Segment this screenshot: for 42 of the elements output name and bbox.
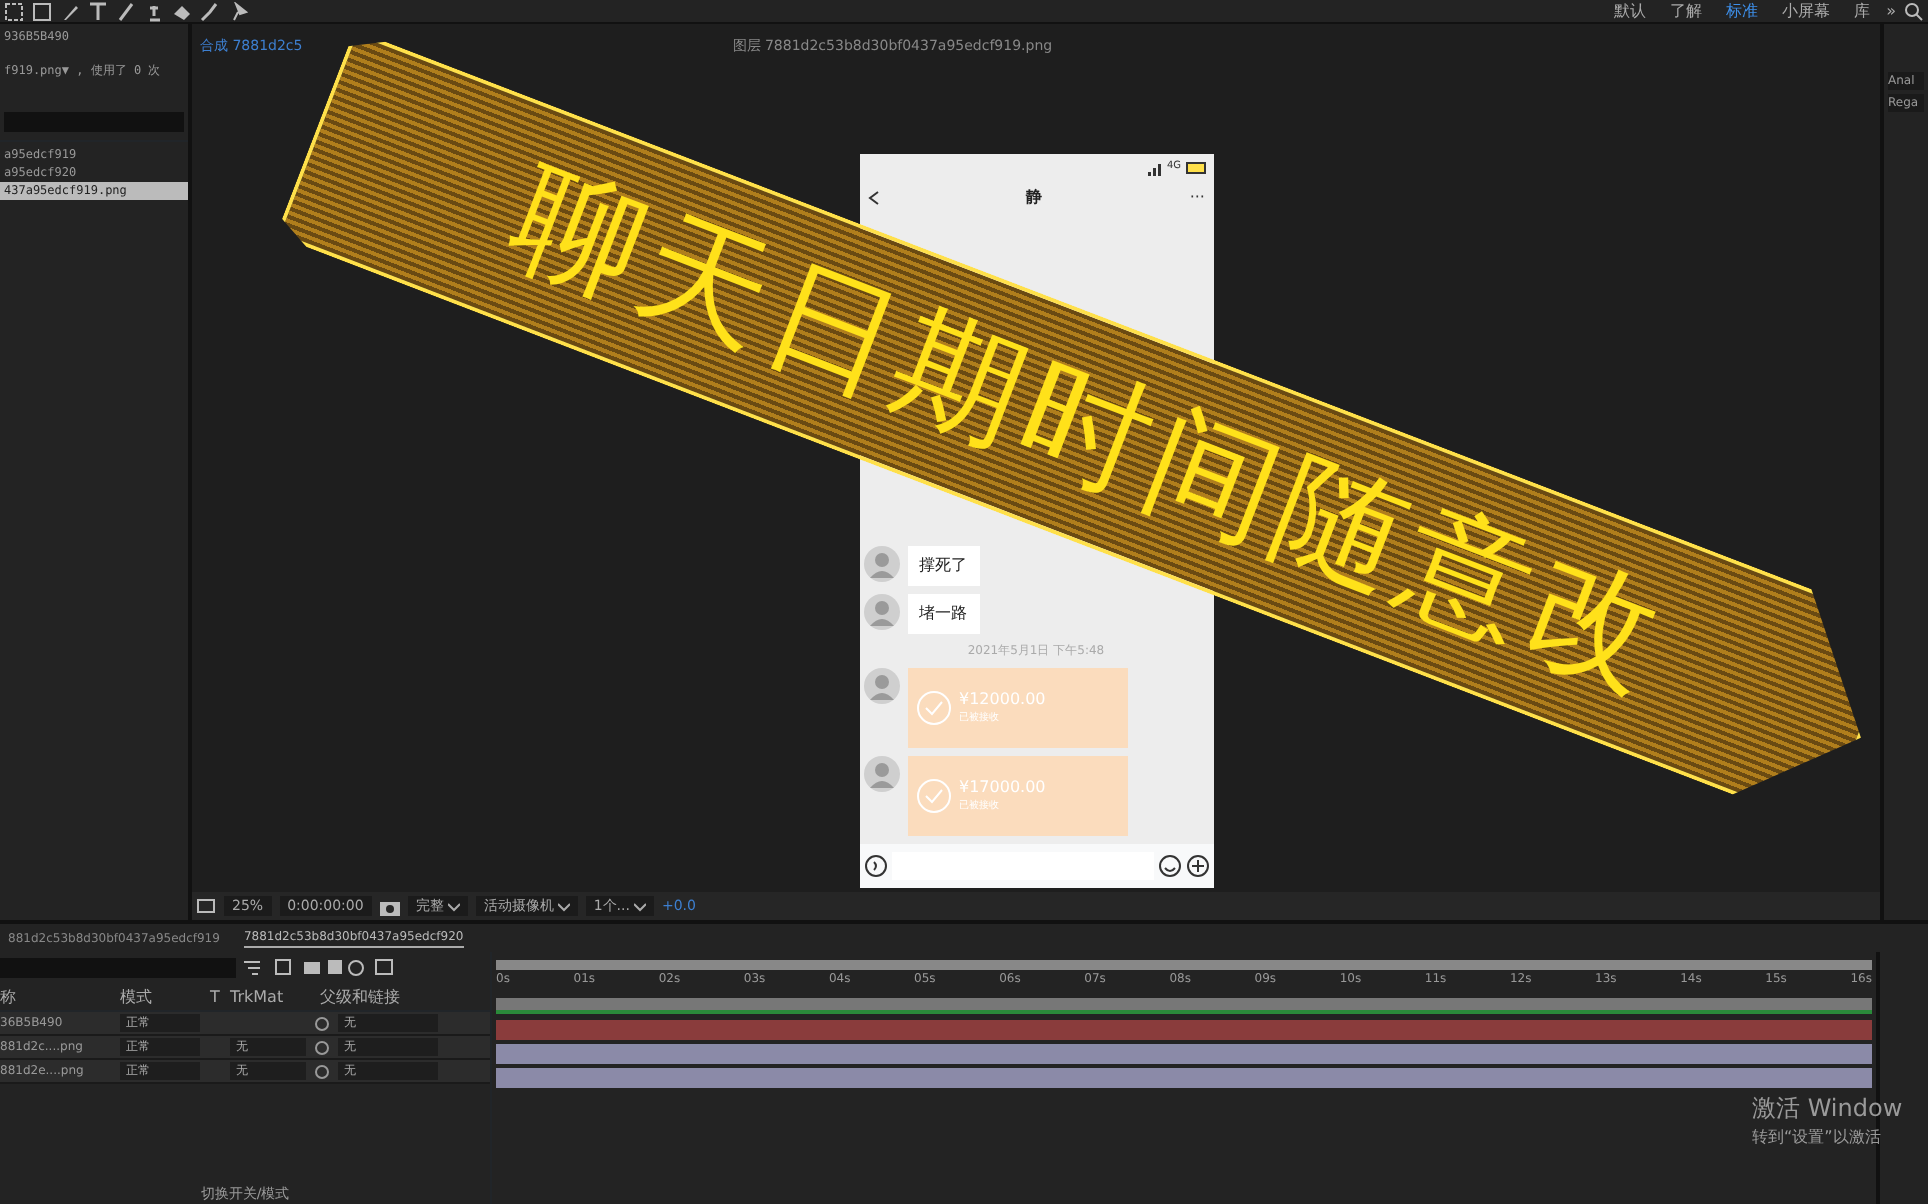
- signal-icon: [1148, 161, 1163, 175]
- chat-title: 静: [1026, 186, 1043, 210]
- column-header: 父级和链接: [320, 985, 402, 1009]
- emoji-icon[interactable]: [1157, 854, 1181, 878]
- rectangle-tool-icon[interactable]: [32, 1, 52, 21]
- select-square-icon[interactable]: [4, 1, 24, 21]
- battery-icon: [1185, 162, 1205, 174]
- avatar-icon: [863, 546, 899, 582]
- column-header: TrkMat: [230, 985, 286, 1009]
- check-circle-icon: [915, 690, 951, 726]
- caret-icon: [447, 901, 460, 911]
- voice-icon[interactable]: [863, 854, 887, 878]
- more-button[interactable]: ···: [1189, 186, 1205, 210]
- avatar-icon: [863, 668, 899, 704]
- back-icon[interactable]: [867, 190, 879, 206]
- avatar-icon: [863, 756, 899, 792]
- workspace-tab[interactable]: 标准: [1726, 0, 1759, 23]
- more-workspaces-button[interactable]: »: [1886, 0, 1896, 23]
- workspace-tab[interactable]: 了解: [1670, 0, 1703, 23]
- timeline-tools-icon[interactable]: [244, 958, 394, 978]
- workspace-tab[interactable]: 默认: [1614, 0, 1647, 23]
- activation-title: 激活 Window: [1752, 1092, 1903, 1126]
- column-header: T: [210, 985, 222, 1009]
- check-circle-icon: [915, 778, 951, 814]
- caret-icon: [633, 901, 646, 911]
- workspace-tab[interactable]: 库: [1854, 0, 1871, 23]
- monitor-icon[interactable]: [196, 897, 216, 915]
- caret-icon: [557, 901, 570, 911]
- activation-hint: 转到“设置”以激活: [1752, 1126, 1883, 1150]
- workspace-tab[interactable]: 小屏幕: [1782, 0, 1831, 23]
- text-tool-icon[interactable]: [88, 1, 108, 21]
- chat-message: 撑死了: [907, 546, 979, 586]
- search-icon[interactable]: [1904, 1, 1924, 21]
- chat-message: 堵一路: [907, 594, 979, 634]
- brush-icon[interactable]: [116, 1, 136, 21]
- plus-icon[interactable]: [1185, 854, 1209, 878]
- column-header: 称: [0, 985, 18, 1009]
- avatar-icon: [863, 594, 899, 630]
- transfer-amount: ¥17000.00: [959, 776, 1046, 799]
- transfer-amount: ¥12000.00: [959, 688, 1046, 711]
- camera-icon[interactable]: [379, 897, 400, 915]
- column-header: 模式: [120, 985, 154, 1009]
